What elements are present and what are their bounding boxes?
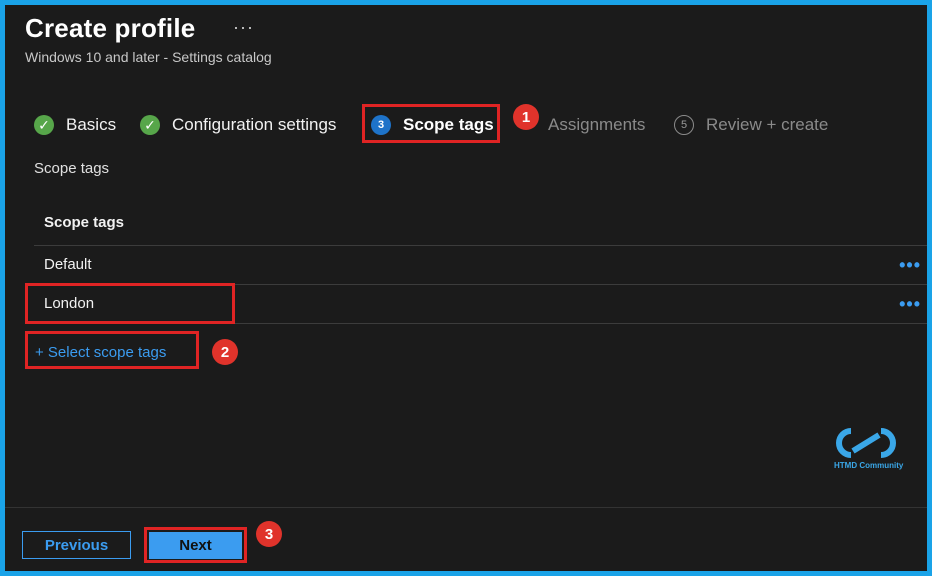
highlight-next-button [144, 527, 247, 563]
step-label: Assignments [548, 115, 646, 134]
page-title: Create profile [25, 13, 196, 43]
step-label: Configuration settings [172, 115, 337, 134]
section-label: Scope tags [34, 160, 110, 177]
scope-tag-name: Default [44, 256, 92, 273]
highlight-london-row [25, 283, 235, 324]
table-header: Scope tags [34, 201, 927, 246]
logo-text: HTMD Community [834, 461, 904, 470]
annotation-badge-3: 3 [256, 521, 282, 547]
step-configuration-settings[interactable]: ✓ Configuration settings [140, 105, 336, 145]
annotation-badge-1: 1 [513, 104, 539, 130]
highlight-scope-tags-tab [362, 104, 500, 143]
annotation-badge-2: 2 [212, 339, 238, 365]
highlight-select-link [25, 331, 199, 369]
row-more-icon[interactable]: ••• [899, 246, 921, 284]
step-label: Review + create [706, 115, 829, 134]
row-more-icon[interactable]: ••• [899, 285, 921, 323]
footer-divider [5, 507, 927, 508]
page-subtitle: Windows 10 and later - Settings catalog [25, 49, 272, 65]
step-review-create[interactable]: 5 Review + create [674, 105, 828, 145]
step-label: Basics [66, 115, 117, 134]
step-assignments[interactable]: Assignments [548, 105, 645, 145]
previous-button[interactable]: Previous [22, 531, 131, 559]
check-icon: ✓ [34, 115, 54, 135]
check-icon: ✓ [140, 115, 160, 135]
main-panel: Create profile ··· Windows 10 and later … [5, 5, 927, 571]
table-row[interactable]: Default ••• [34, 246, 927, 285]
step-basics[interactable]: ✓ Basics [34, 105, 116, 145]
more-options-icon[interactable]: ··· [233, 17, 254, 38]
step-number-icon: 5 [674, 115, 694, 135]
